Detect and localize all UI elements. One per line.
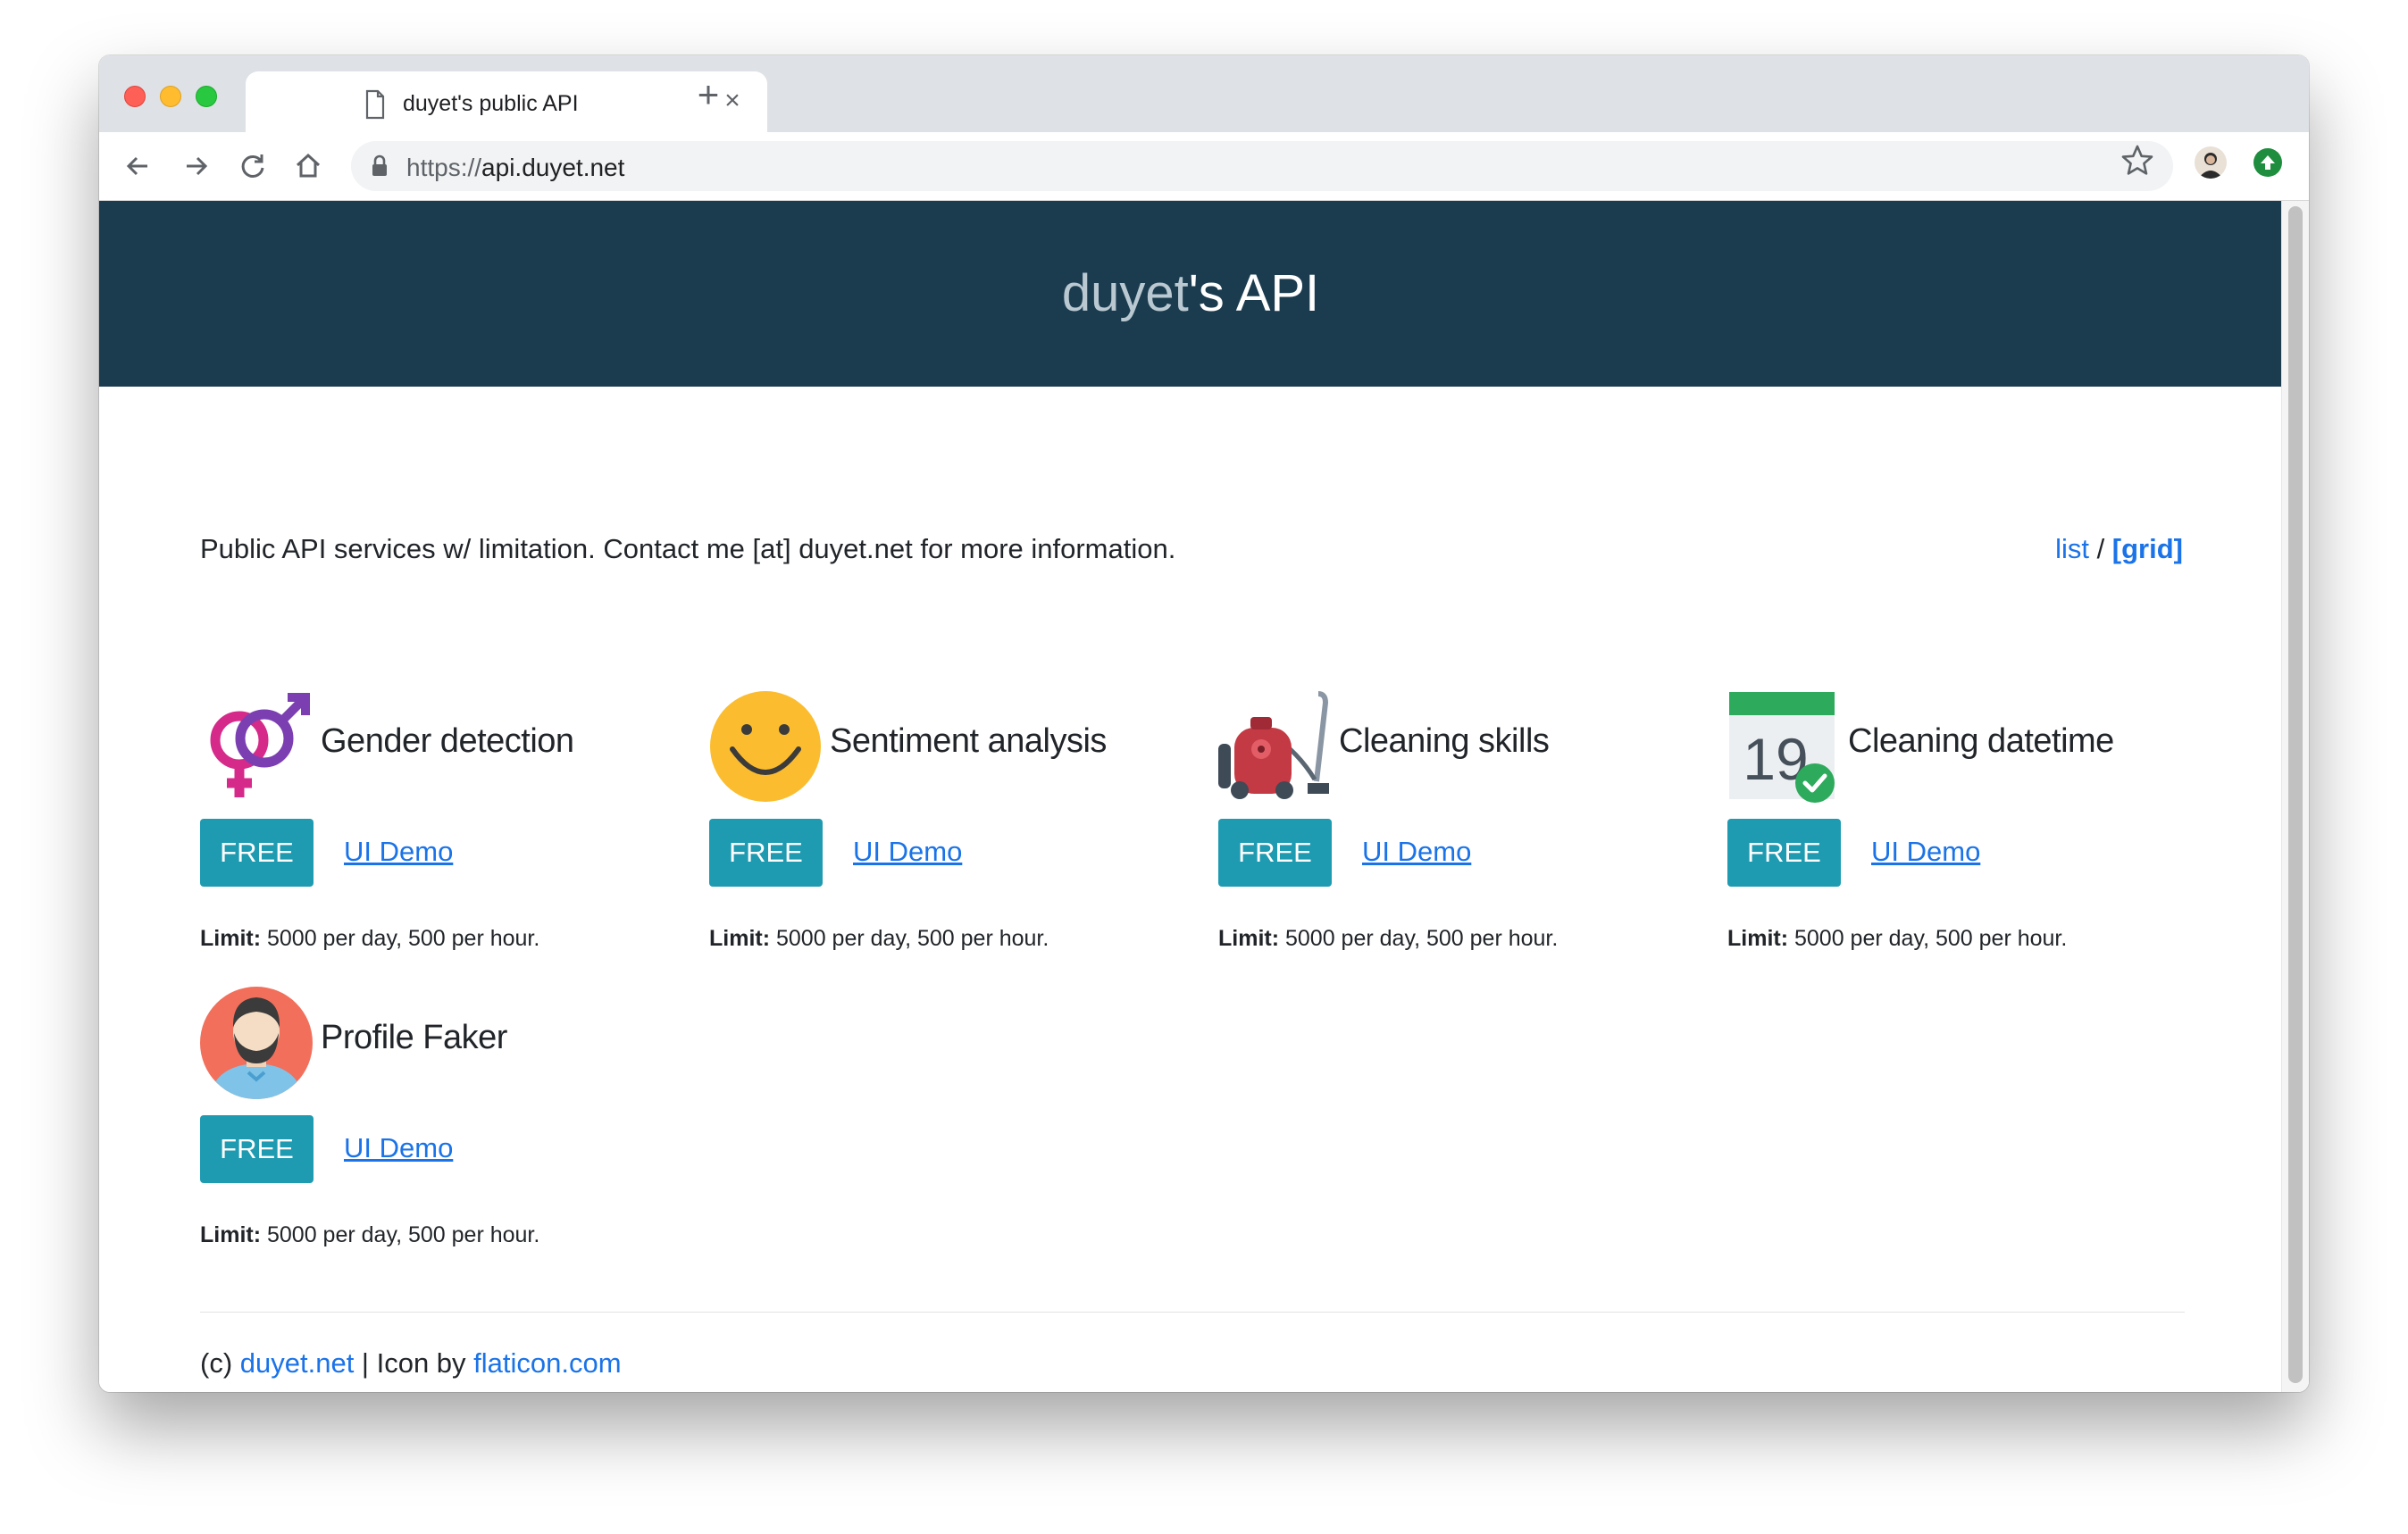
- ui-demo-link[interactable]: UI Demo: [344, 1132, 453, 1164]
- list-view-link[interactable]: list: [2055, 533, 2089, 564]
- site-header: duyet's API: [99, 201, 2282, 387]
- ui-demo-link[interactable]: UI Demo: [853, 836, 962, 868]
- free-badge-button[interactable]: FREE: [200, 1115, 314, 1183]
- card-title: Cleaning skills: [1339, 722, 1550, 760]
- page-viewport: duyet's API Public API services w/ limit…: [99, 201, 2309, 1392]
- close-window-button[interactable]: [124, 86, 146, 107]
- free-badge-button[interactable]: FREE: [200, 819, 314, 887]
- smiley-face-icon: [709, 690, 822, 803]
- card-title: Sentiment analysis: [830, 722, 1107, 760]
- scrollbar-thumb[interactable]: [2288, 206, 2303, 1383]
- limit-text: Limit: 5000 per day, 500 per hour.: [709, 926, 1049, 951]
- vertical-scrollbar[interactable]: [2281, 201, 2309, 1392]
- api-card: Sentiment analysis FREE UI Demo Limit: 5…: [709, 690, 1209, 958]
- reload-icon[interactable]: [235, 148, 271, 184]
- tab-title: duyet's public API: [403, 91, 579, 116]
- flaticon-link[interactable]: flaticon.com: [473, 1347, 621, 1379]
- extension-upload-icon[interactable]: [2253, 148, 2282, 177]
- card-title: Profile Faker: [321, 1019, 507, 1056]
- limit-text: Limit: 5000 per day, 500 per hour.: [1727, 926, 2068, 951]
- limit-text: Limit: 5000 per day, 500 per hour.: [1218, 926, 1559, 951]
- forward-arrow-icon[interactable]: [178, 148, 213, 184]
- ui-demo-link[interactable]: UI Demo: [1871, 836, 1980, 868]
- vacuum-cleaner-icon: [1218, 690, 1331, 803]
- api-card: Profile Faker FREE UI Demo Limit: 5000 p…: [200, 987, 700, 1255]
- browser-toolbar: https://api.duyet.net: [99, 132, 2309, 201]
- minimize-window-button[interactable]: [160, 86, 181, 107]
- user-avatar-icon[interactable]: [2195, 146, 2227, 179]
- limit-text: Limit: 5000 per day, 500 per hour.: [200, 926, 540, 951]
- back-arrow-icon[interactable]: [121, 148, 156, 184]
- limit-text: Limit: 5000 per day, 500 per hour.: [200, 1222, 540, 1247]
- tab-active[interactable]: duyet's public API ×: [246, 71, 767, 132]
- document-icon: [364, 73, 387, 130]
- new-tab-button[interactable]: +: [690, 76, 726, 113]
- profile-avatar-icon: [200, 987, 313, 1099]
- grid-view-link[interactable]: [grid]: [2112, 533, 2183, 564]
- ui-demo-link[interactable]: UI Demo: [344, 836, 453, 868]
- tab-strip: duyet's public API × +: [99, 55, 2309, 132]
- browser-window: duyet's public API × + https://api.duyet…: [99, 55, 2309, 1392]
- api-card: 19 Cleaning datetime FREE UI Demo Limit:…: [1727, 690, 2228, 958]
- url-text: https://api.duyet.net: [406, 154, 625, 181]
- api-card: Cleaning skills FREE UI Demo Limit: 5000…: [1218, 690, 1718, 958]
- free-badge-button[interactable]: FREE: [1727, 819, 1841, 887]
- gender-symbols-icon: [200, 690, 313, 803]
- free-badge-button[interactable]: FREE: [709, 819, 823, 887]
- calendar-check-icon: 19: [1727, 690, 1840, 803]
- duyet-net-link[interactable]: duyet.net: [240, 1347, 355, 1379]
- page-footer: (c) duyet.net | Icon by flaticon.com: [200, 1347, 622, 1379]
- view-separator: /: [2088, 533, 2112, 564]
- address-bar[interactable]: https://api.duyet.net: [351, 141, 2173, 191]
- view-switch: list / [grid]: [2055, 533, 2183, 565]
- maximize-window-button[interactable]: [196, 86, 217, 107]
- lock-icon: [371, 154, 389, 182]
- bookmark-star-icon[interactable]: [2118, 141, 2157, 185]
- api-card: Gender detection FREE UI Demo Limit: 500…: [200, 690, 700, 958]
- card-title: Gender detection: [321, 722, 574, 760]
- home-icon[interactable]: [290, 148, 326, 184]
- page-title: duyet's API: [1061, 264, 1320, 322]
- free-badge-button[interactable]: FREE: [1218, 819, 1332, 887]
- ui-demo-link[interactable]: UI Demo: [1362, 836, 1471, 868]
- card-title: Cleaning datetime: [1848, 722, 2114, 760]
- footer-divider: [200, 1312, 2185, 1313]
- intro-text: Public API services w/ limitation. Conta…: [200, 533, 1176, 564]
